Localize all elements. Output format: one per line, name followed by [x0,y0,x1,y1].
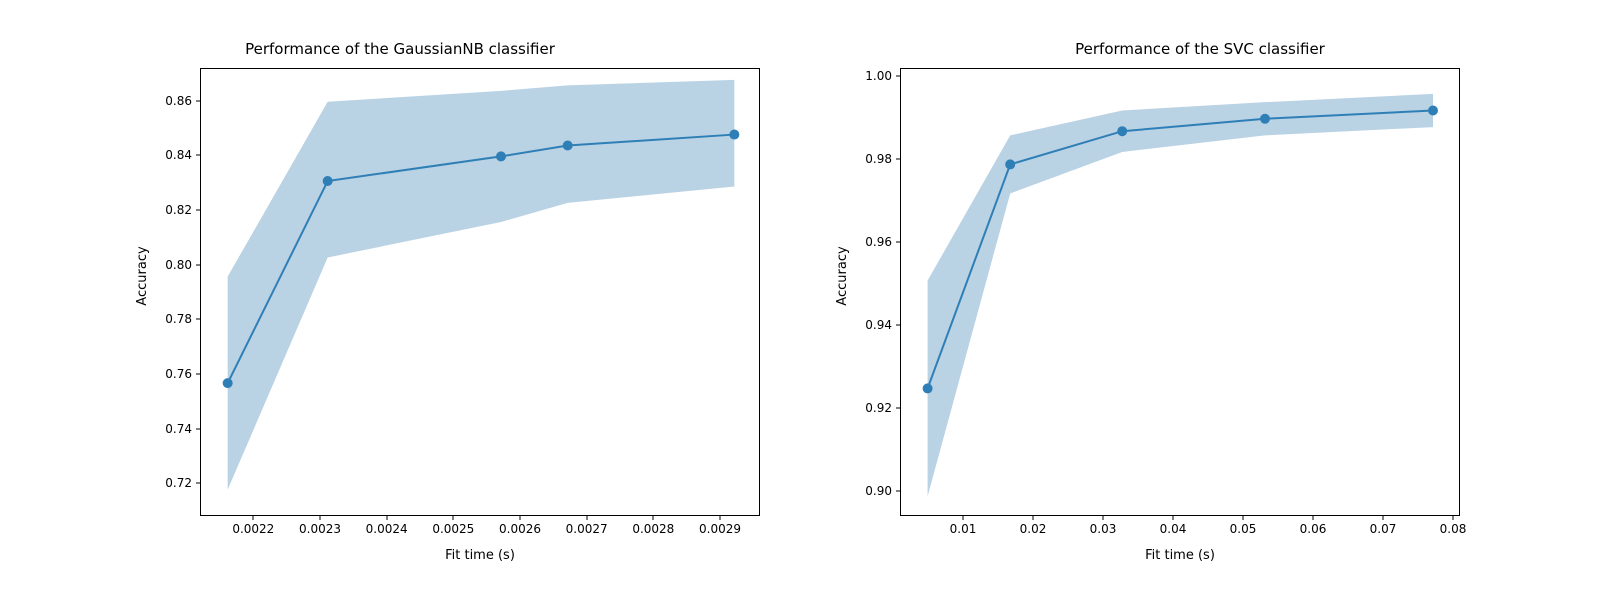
y-tick-label: 0.98 [865,152,892,166]
data-point [923,384,932,393]
x-tick-mark [1033,516,1034,520]
right-plot-area [900,68,1460,516]
x-tick-mark [453,516,454,520]
x-tick-label: 0.05 [1230,522,1257,536]
x-tick-mark [720,516,721,520]
left-y-axis-label: Accuracy [135,216,150,336]
left-panel: Performance of the GaussianNB classifier… [0,0,800,600]
x-tick-mark [253,516,254,520]
y-tick-label: 1.00 [865,69,892,83]
left-chart-title: Performance of the GaussianNB classifier [0,40,800,58]
y-tick-mark [196,319,200,320]
left-y-ticks: 0.72 0.74 0.76 0.78 0.80 0.82 0.84 0.86 [150,68,200,516]
right-y-axis-label: Accuracy [835,216,850,336]
x-tick-mark [1173,516,1174,520]
x-tick-label: 0.03 [1090,522,1117,536]
x-tick-label: 0.0022 [232,522,274,536]
x-tick-label: 0.0025 [432,522,474,536]
y-tick-label: 0.86 [165,94,192,108]
x-tick-mark [586,516,587,520]
x-tick-label: 0.0028 [632,522,674,536]
y-tick-label: 0.94 [865,318,892,332]
x-tick-mark [1243,516,1244,520]
y-tick-mark [896,491,900,492]
x-tick-label: 0.0027 [566,522,608,536]
y-tick-label: 0.82 [165,203,192,217]
y-tick-mark [896,325,900,326]
left-x-ticks: 0.0022 0.0023 0.0024 0.0025 0.0026 0.0027 0.00… [200,516,760,546]
x-tick-label: 0.02 [1020,522,1047,536]
y-tick-label: 0.72 [165,476,192,490]
right-x-ticks: 0.010.020.030.040.050.060.070.08 [900,516,1460,546]
y-tick-label: 0.90 [865,484,892,498]
y-tick-label: 0.84 [165,148,192,162]
x-tick-mark [963,516,964,520]
y-tick-mark [196,428,200,429]
y-tick-mark [196,100,200,101]
data-point [323,177,332,186]
data-point [223,379,232,388]
data-point [1006,160,1015,169]
left-x-axis-label: Fit time (s) [200,548,760,563]
data-point [563,141,572,150]
y-tick-mark [896,76,900,77]
left-confidence-band [228,80,735,490]
right-markers [923,106,1437,393]
x-tick-mark [320,516,321,520]
data-point [730,130,739,139]
x-tick-label: 0.01 [950,522,977,536]
y-tick-label: 0.92 [865,401,892,415]
x-tick-label: 0.0026 [499,522,541,536]
y-tick-mark [196,373,200,374]
y-tick-label: 0.78 [165,312,192,326]
x-tick-mark [1383,516,1384,520]
y-tick-mark [196,483,200,484]
x-tick-mark [1313,516,1314,520]
y-tick-label: 0.76 [165,367,192,381]
x-tick-label: 0.08 [1440,522,1467,536]
x-tick-mark [520,516,521,520]
data-point [1118,127,1127,136]
right-plot-svg [901,69,1460,516]
x-tick-label: 0.0029 [699,522,741,536]
right-x-axis-label: Fit time (s) [900,548,1460,563]
x-tick-label: 0.0024 [366,522,408,536]
right-confidence-band [928,94,1433,496]
x-tick-mark [1453,516,1454,520]
y-tick-mark [196,155,200,156]
y-tick-mark [196,210,200,211]
data-point [1429,106,1438,115]
x-tick-label: 0.07 [1370,522,1397,536]
y-tick-mark [196,264,200,265]
x-tick-mark [386,516,387,520]
right-y-ticks: 0.90 0.92 0.94 0.96 0.98 1.00 [850,68,900,516]
y-tick-label: 0.80 [165,258,192,272]
y-tick-label: 0.74 [165,422,192,436]
data-point [497,152,506,161]
x-tick-mark [1103,516,1104,520]
y-tick-mark [896,159,900,160]
right-chart-title: Performance of the SVC classifier [800,40,1600,58]
left-plot-area [200,68,760,516]
y-tick-mark [896,242,900,243]
y-tick-mark [896,408,900,409]
right-panel: Performance of the SVC classifier 0.01 0.… [800,0,1600,600]
x-tick-mark [653,516,654,520]
x-tick-label: 0.0023 [299,522,341,536]
data-point [1261,114,1270,123]
x-tick-label: 0.04 [1160,522,1187,536]
left-plot-svg [201,69,760,516]
y-tick-label: 0.96 [865,235,892,249]
figure: Performance of the GaussianNB classifier… [0,0,1600,600]
x-tick-label: 0.06 [1300,522,1327,536]
